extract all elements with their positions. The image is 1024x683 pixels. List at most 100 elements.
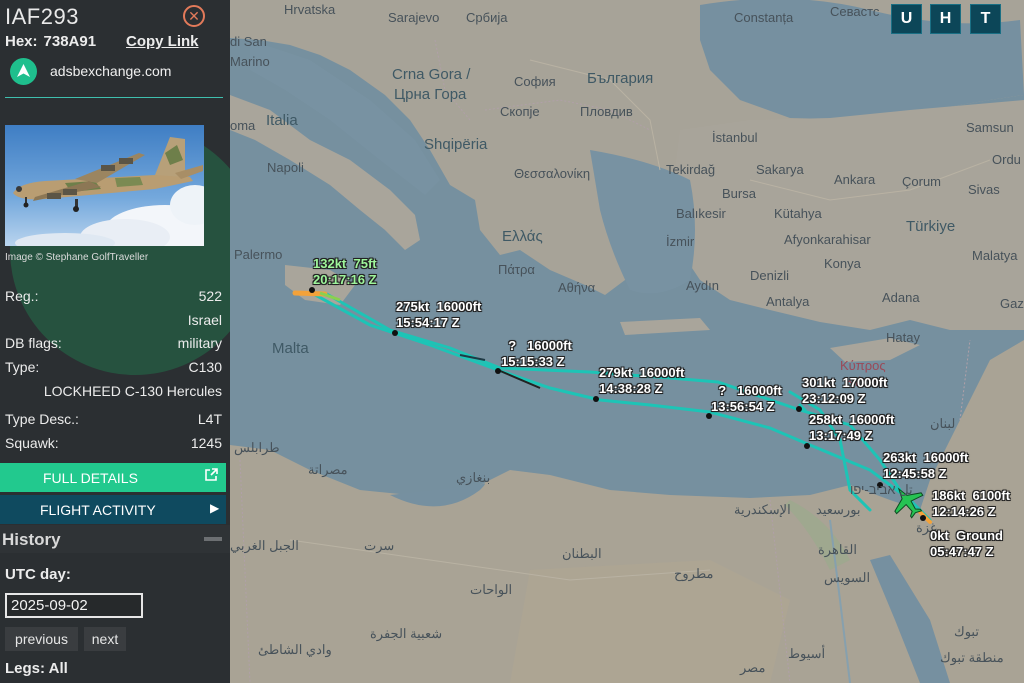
track-label[interactable]: 275kt 16000ft 15:54:17 Z bbox=[396, 299, 481, 331]
place-label: Adana bbox=[882, 290, 920, 305]
place-label: تبوك bbox=[954, 624, 979, 639]
type-row: Type: C130 bbox=[5, 359, 222, 377]
track-label[interactable]: 301kt 17000ft 23:12:09 Z bbox=[802, 375, 887, 407]
external-link-icon bbox=[204, 468, 218, 485]
place-label: شعبية الجفرة bbox=[370, 626, 443, 641]
place-label: Gaz bbox=[1000, 296, 1024, 311]
dbflags-label: DB flags: bbox=[5, 335, 62, 351]
place-label: Ordu bbox=[992, 152, 1021, 167]
place-label: البطنان bbox=[562, 546, 602, 561]
place-label: Constanța bbox=[734, 10, 794, 25]
squawk-row: Squawk: 1245 bbox=[5, 435, 222, 453]
squawk-label: Squawk: bbox=[5, 435, 59, 451]
place-label: بنغازي bbox=[456, 470, 491, 485]
dbflags-value: military bbox=[177, 335, 222, 351]
site-link[interactable]: adsbexchange.com bbox=[50, 63, 171, 79]
track-label[interactable]: 0kt Ground 05:47:47 Z bbox=[930, 528, 1003, 560]
place-label: Πάτρα bbox=[498, 262, 535, 277]
aircraft-photo[interactable] bbox=[5, 125, 204, 246]
place-label: Пловдив bbox=[580, 104, 633, 119]
place-label: أسيوط bbox=[788, 646, 826, 661]
hex-label: Hex: bbox=[5, 33, 38, 50]
history-header[interactable]: History bbox=[0, 525, 230, 553]
aircraft-info-sidebar: IAF293 ✕ Hex: 738A91 Copy Link adsbexchan… bbox=[0, 0, 230, 683]
place-label: Севастс bbox=[830, 4, 880, 19]
track-label[interactable]: 132kt 75ft 20:17:16 Z bbox=[313, 256, 377, 288]
place-label: السويس bbox=[824, 570, 871, 585]
place-label: Tekirdağ bbox=[666, 162, 716, 177]
next-button[interactable]: next bbox=[84, 627, 126, 651]
toggle-u-button[interactable]: U bbox=[891, 4, 922, 34]
divider bbox=[5, 97, 223, 98]
track-label[interactable]: 258kt 16000ft 13:17:49 Z bbox=[809, 412, 894, 444]
place-label: Aydın bbox=[686, 278, 720, 293]
place-label: Shqipëria bbox=[424, 136, 488, 153]
place-label: Црна Гора bbox=[394, 86, 467, 103]
history-title: History bbox=[2, 530, 61, 549]
place-label: Çorum bbox=[902, 174, 942, 189]
place-label: oma bbox=[230, 118, 256, 133]
track-label[interactable]: ? 16000ft 13:56:54 Z bbox=[711, 383, 782, 415]
place-label: مطروح bbox=[674, 566, 714, 581]
close-icon[interactable]: ✕ bbox=[183, 5, 205, 27]
copy-link[interactable]: Copy Link bbox=[126, 33, 199, 50]
place-label: الإسكندرية bbox=[734, 502, 791, 517]
place-label: بورسعيد bbox=[816, 502, 861, 517]
squawk-value: 1245 bbox=[190, 435, 222, 451]
place-label: Marino bbox=[230, 54, 270, 69]
hex-row: Hex: 738A91 bbox=[5, 33, 96, 50]
map-view[interactable]: Hrvatska Sarajevo Србија Constanța Севас… bbox=[230, 0, 1024, 683]
place-label: وادي الشاطئ bbox=[258, 642, 332, 657]
place-label: Ankara bbox=[834, 172, 876, 187]
toggle-t-button[interactable]: T bbox=[970, 4, 1001, 34]
type-full-name: LOCKHEED C-130 Hercules bbox=[43, 383, 222, 399]
place-label: سرت bbox=[364, 538, 395, 553]
place-label: Italia bbox=[266, 112, 298, 129]
toggle-h-button[interactable]: H bbox=[930, 4, 961, 34]
place-label: مصر bbox=[740, 660, 766, 675]
place-label: Afyonkarahisar bbox=[784, 232, 871, 247]
place-label: Malta bbox=[272, 340, 309, 357]
place-label: Ελλάς bbox=[502, 228, 543, 245]
place-label: لبنان bbox=[930, 416, 956, 431]
reg-row: Reg.: 522 bbox=[5, 288, 222, 306]
flight-activity-button[interactable]: FLIGHT ACTIVITY ▶ bbox=[0, 495, 226, 524]
previous-button[interactable]: previous bbox=[5, 627, 78, 651]
place-label: България bbox=[587, 70, 654, 87]
utc-day-input[interactable] bbox=[5, 593, 143, 618]
track-label[interactable]: 186kt 6100ft 12:14:26 Z bbox=[932, 488, 1010, 520]
utc-day-label: UTC day: bbox=[5, 566, 71, 583]
typedesc-label: Type Desc.: bbox=[5, 411, 79, 427]
reg-label: Reg.: bbox=[5, 288, 39, 304]
track-label[interactable]: 279kt 16000ft 14:38:28 Z bbox=[599, 365, 684, 397]
place-label: Türkiye bbox=[906, 218, 956, 235]
place-label: Samsun bbox=[966, 120, 1014, 135]
place-label: Kütahya bbox=[774, 206, 822, 221]
track-label[interactable]: 263kt 16000ft 12:45:58 Z bbox=[883, 450, 968, 482]
chevron-right-icon: ▶ bbox=[210, 501, 220, 515]
image-credit: Image © Stephane GolfTraveller bbox=[5, 252, 149, 263]
country-value: Israel bbox=[187, 312, 222, 328]
track-label[interactable]: ? 16000ft 15:15:33 Z bbox=[501, 338, 572, 370]
place-label: Denizli bbox=[750, 268, 790, 283]
place-label: Θεσσαλονίκη bbox=[514, 166, 591, 181]
place-label: تل אביב-יפו bbox=[850, 482, 913, 497]
place-label: Sakarya bbox=[756, 162, 804, 177]
place-label: İstanbul bbox=[712, 130, 758, 145]
place-label: Hrvatska bbox=[284, 2, 336, 17]
dbflags-row: DB flags: military bbox=[5, 335, 222, 353]
adsbexchange-logo-icon[interactable] bbox=[10, 58, 37, 85]
place-label: منطقة تبوك bbox=[940, 650, 1004, 665]
place-label: Скопје bbox=[500, 104, 540, 119]
place-label: Palermo bbox=[234, 247, 283, 262]
full-details-button[interactable]: FULL DETAILS bbox=[0, 463, 226, 492]
place-label: Sarajevo bbox=[388, 10, 440, 25]
legs-label: Legs: All bbox=[5, 660, 68, 677]
place-label: القاهرة bbox=[818, 542, 857, 557]
collapse-icon[interactable] bbox=[204, 537, 222, 541]
typedesc-value: L4T bbox=[197, 411, 222, 427]
place-label: Malatya bbox=[972, 248, 1018, 263]
place-label: الواحات bbox=[470, 582, 513, 597]
place-label: Antalya bbox=[766, 294, 810, 309]
place-label: مصراتة bbox=[308, 462, 348, 477]
